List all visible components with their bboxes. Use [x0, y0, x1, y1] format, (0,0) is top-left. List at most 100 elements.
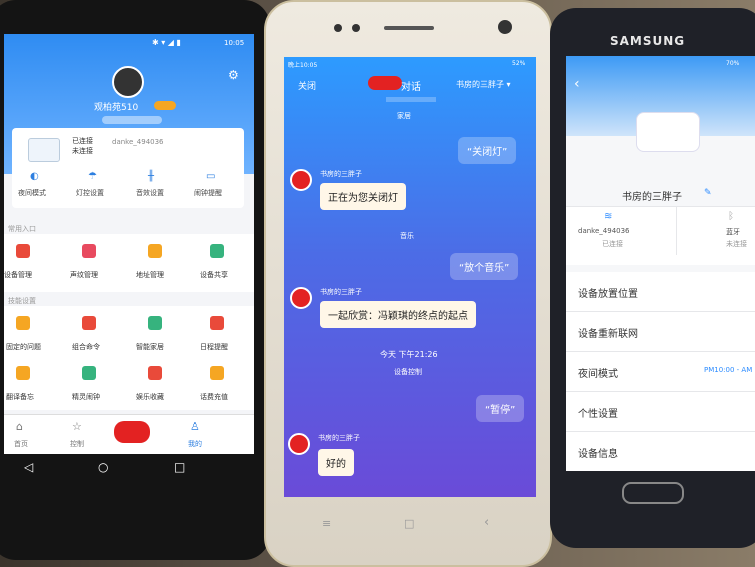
wifi-status: 已连接 [602, 240, 623, 248]
speaker-name: 书房的三胖子 [320, 288, 362, 296]
setting-reconnect[interactable]: 设备重新联网 [566, 312, 755, 352]
home-tab-icon[interactable]: ⌂ [16, 420, 23, 433]
front-camera [498, 20, 512, 34]
device-id: danke_494036 [112, 138, 164, 146]
left-phone-screen: 10:05 ✱ ▾ ◢ ▮ ⚙ 观柏苑510 已连接 未连接 danke_494… [4, 34, 254, 454]
common-item-1[interactable]: 声纹管理 [70, 270, 98, 280]
divider [676, 207, 677, 255]
redacted-tab[interactable] [114, 421, 150, 443]
skill-item-2[interactable]: 智能家居 [136, 342, 164, 352]
common-item-3[interactable]: 设备共享 [200, 270, 228, 280]
voiceprint-icon [82, 244, 96, 258]
device-manage-icon [16, 244, 30, 258]
common-item-2[interactable]: 地址管理 [136, 270, 164, 280]
back-key[interactable]: ◁ [24, 460, 33, 474]
section-skills: 技能设置 [8, 297, 36, 305]
user-msg-pause: “暂停” [476, 395, 525, 422]
setting-personalize[interactable]: 个性设置 [566, 392, 755, 432]
bluetooth-label: 蓝牙 [726, 228, 740, 236]
timestamp: 今天 下午21:26 [380, 350, 438, 359]
reply-off-light: 正在为您关闭灯 [320, 183, 406, 210]
address-icon [148, 244, 162, 258]
section-common: 常用入口 [8, 225, 36, 233]
setting-label: 夜间模式 [578, 369, 618, 380]
setting-label: 设备重新联网 [578, 329, 638, 340]
setting-device-info[interactable]: 设备信息 [566, 432, 755, 471]
home-button[interactable] [622, 482, 684, 504]
quick-control-3[interactable]: 闹钟提醒 [194, 188, 222, 198]
right-phone: SAMSUNG 70% ‹ 书房的三胖子 ✎ ≋ danke_494036 已连… [550, 8, 755, 548]
connection-row: ≋ danke_494036 已连接 ᛒ 蓝牙 未连接 [566, 206, 755, 265]
quick-control-0[interactable]: 夜间模式 [18, 188, 46, 198]
chat-title: 对话 [401, 82, 421, 93]
left-phone: 10:05 ✱ ▾ ◢ ▮ ⚙ 观柏苑510 已连接 未连接 danke_494… [0, 0, 270, 560]
home-icon [148, 316, 162, 330]
quick-control-1[interactable]: 灯控设置 [76, 188, 104, 198]
redacted-title [368, 76, 402, 90]
skill-item-0[interactable]: 固定的问题 [6, 342, 41, 352]
tab-bar: ⌂ 首页 ☆ 控制 ♙ 我的 [4, 414, 254, 454]
setting-night-mode[interactable]: 夜间模式 PM10:00 - AM [566, 352, 755, 392]
wifi-icon: ≋ [604, 211, 613, 222]
share-icon [210, 244, 224, 258]
music-fav-icon [148, 366, 162, 380]
avatar[interactable] [112, 66, 144, 98]
speaker-avatar [290, 169, 312, 191]
profile-tab-icon[interactable]: ♙ [190, 420, 200, 433]
tab-profile[interactable]: 我的 [188, 439, 202, 449]
settings-icon[interactable]: ⚙ [228, 68, 239, 82]
brand-logo: SAMSUNG [610, 34, 686, 48]
memo-icon [16, 366, 30, 380]
reply-music: 一起欣赏：冯颖琪的终点的起点 [320, 301, 476, 328]
night-mode-value: PM10:00 - AM [704, 366, 753, 374]
skill-item-4[interactable]: 翻译备忘 [6, 392, 34, 402]
common-item-0[interactable]: 设备管理 [4, 270, 32, 280]
bluetooth-icon: ᛒ [728, 211, 734, 222]
home-key[interactable]: ○ [98, 460, 108, 474]
user-subtitle [102, 116, 162, 124]
category-control: 设备控制 [394, 368, 422, 376]
tab-home[interactable]: 首页 [14, 439, 28, 449]
close-button[interactable]: 关闭 [298, 79, 316, 92]
recents-key[interactable]: □ [174, 460, 185, 474]
skill-item-3[interactable]: 日程提醒 [200, 342, 228, 352]
skill-item-5[interactable]: 精灵闹钟 [72, 392, 100, 402]
skill-item-7[interactable]: 话费充值 [200, 392, 228, 402]
disconnected-label: 未连接 [72, 147, 93, 155]
status-icons: ✱ ▾ ◢ ▮ [152, 38, 181, 47]
category-music: 音乐 [400, 232, 414, 240]
setting-placement[interactable]: 设备放置位置 [566, 272, 755, 312]
reply-pause: 好的 [318, 449, 354, 476]
earpiece [384, 26, 434, 30]
device-selector[interactable]: 书房的三胖子 ▾ [456, 79, 511, 90]
home-key[interactable]: □ [404, 517, 414, 530]
skill-item-1[interactable]: 组合命令 [72, 342, 100, 352]
chat-screen: 晚上10:05 52% 关闭 对话 书房的三胖子 ▾ 家居 “关闭灯” 书房的三… [284, 57, 536, 497]
skill-item-6[interactable]: 娱乐收藏 [136, 392, 164, 402]
status-time: 晚上10:05 [288, 62, 318, 69]
control-tab-icon[interactable]: ☆ [72, 420, 82, 433]
tab-control[interactable]: 控制 [70, 439, 84, 449]
night-mode-icon[interactable]: ◐ [30, 171, 39, 182]
wifi-name: danke_494036 [578, 227, 630, 235]
category-top: 家居 [397, 112, 411, 120]
light-icon[interactable]: ☂ [88, 171, 97, 182]
edit-icon[interactable]: ✎ [704, 188, 712, 198]
back-arrow-icon[interactable]: ‹ [574, 76, 580, 92]
menu-key[interactable]: ≡ [322, 517, 331, 530]
user-msg-off-light: “关闭灯” [458, 137, 517, 164]
device-settings-screen: 70% ‹ 书房的三胖子 ✎ ≋ danke_494036 已连接 ᛒ 蓝牙 未… [566, 56, 755, 471]
speaker-image [28, 138, 60, 162]
quick-control-2[interactable]: 音效设置 [136, 188, 164, 198]
back-key[interactable]: ‹ [484, 515, 489, 530]
user-name: 观柏苑510 [94, 103, 139, 113]
calendar-icon [210, 316, 224, 330]
alarm-icon[interactable]: ▭ [206, 171, 215, 182]
middle-phone: 晚上10:05 52% 关闭 对话 书房的三胖子 ▾ 家居 “关闭灯” 书房的三… [264, 0, 552, 567]
setting-label: 个性设置 [578, 409, 618, 420]
device-name: 书房的三胖子 [622, 192, 682, 203]
device-card[interactable]: 已连接 未连接 danke_494036 ◐ ☂ ╫ ▭ 夜间模式 灯控设置 音… [12, 128, 244, 208]
user-msg-music: “放个音乐” [450, 253, 519, 280]
vip-badge [154, 101, 176, 110]
equalizer-icon[interactable]: ╫ [148, 171, 154, 182]
